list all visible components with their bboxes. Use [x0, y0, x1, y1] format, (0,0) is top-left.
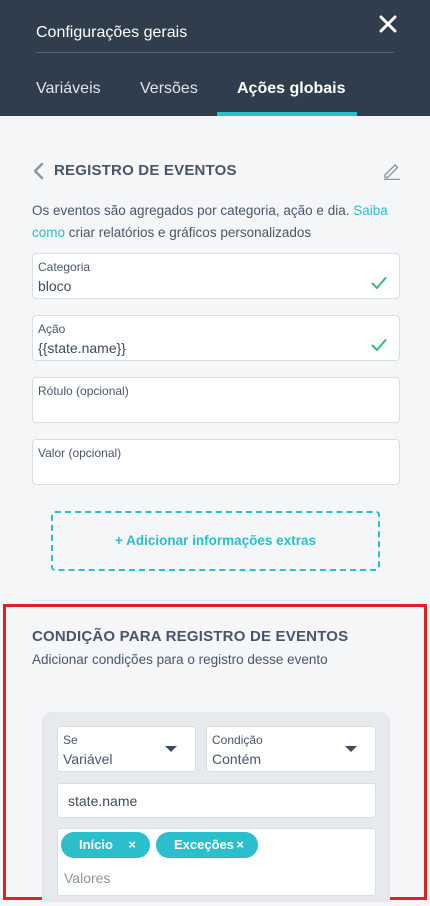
label-optional-label: Rótulo (opcional) [38, 384, 129, 398]
value-optional-field[interactable]: Valor (opcional) [32, 439, 400, 485]
description-text-suffix: criar relatórios e gráficos personalizad… [65, 225, 312, 240]
chip-remove-icon[interactable]: × [236, 837, 244, 852]
action-field[interactable]: Ação {{state.name}} [32, 315, 400, 361]
caret-down-icon [165, 746, 177, 752]
tab-variaveis[interactable]: Variáveis [36, 80, 101, 98]
if-select-value: Variável [63, 751, 113, 767]
condition-title: CONDIÇÃO PARA REGISTRO DE EVENTOS [32, 628, 349, 645]
divider [32, 600, 400, 601]
close-icon[interactable] [376, 14, 400, 38]
values-input[interactable]: Início × Exceções × Valores [57, 828, 376, 896]
value-chip[interactable]: Exceções × [156, 832, 258, 858]
category-label: Categoria [38, 260, 91, 274]
header-divider [36, 52, 394, 53]
variable-input[interactable]: state.name [57, 783, 376, 818]
condition-select-label: Condição [212, 733, 263, 747]
check-icon [371, 277, 387, 289]
values-placeholder: Valores [64, 870, 111, 886]
description-text: Os eventos são agregados por categoria, … [32, 203, 354, 218]
pencil-icon[interactable] [382, 160, 402, 181]
caret-down-icon [345, 746, 357, 752]
condition-select[interactable]: Condição Contém [206, 726, 376, 772]
header: Configurações gerais Variáveis Versões A… [0, 0, 430, 116]
chip-label: Início [79, 837, 113, 852]
active-tab-indicator [217, 112, 357, 116]
category-value[interactable]: bloco [38, 278, 71, 294]
chip-remove-icon[interactable]: × [128, 837, 136, 852]
condition-select-value: Contém [212, 751, 262, 767]
add-extra-info-button[interactable]: + Adicionar informações extras [51, 511, 380, 571]
header-title: Configurações gerais [36, 24, 188, 41]
section-description: Os eventos são agregados por categoria, … [32, 200, 404, 244]
check-icon [371, 339, 387, 351]
action-label: Ação [38, 322, 66, 336]
label-optional-field[interactable]: Rótulo (opcional) [32, 377, 400, 423]
condition-subtitle: Adicionar condições para o registro dess… [32, 652, 328, 667]
section-title: REGISTRO DE EVENTOS [54, 162, 237, 179]
category-field[interactable]: Categoria bloco [32, 253, 400, 299]
value-optional-label: Valor (opcional) [38, 446, 122, 460]
if-select[interactable]: Se Variável [57, 726, 196, 772]
chevron-left-icon[interactable] [30, 160, 48, 182]
chip-label: Exceções [174, 837, 234, 852]
tab-versoes[interactable]: Versões [140, 80, 198, 98]
tab-acoes-globais[interactable]: Ações globais [237, 80, 345, 98]
if-select-label: Se [63, 733, 78, 747]
action-value[interactable]: {{state.name}} [38, 340, 126, 356]
value-chip[interactable]: Início × [61, 832, 150, 858]
